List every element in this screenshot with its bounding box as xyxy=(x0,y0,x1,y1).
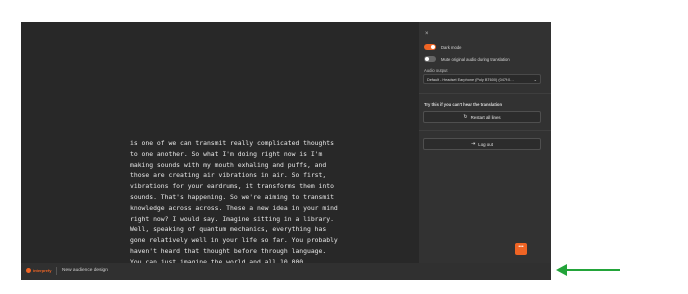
logo-text: interprefy xyxy=(33,268,52,273)
mute-audio-row[interactable]: Mute original audio during translation xyxy=(424,56,510,62)
log-out-button[interactable]: ⇥ Log out xyxy=(423,138,541,150)
chevron-down-icon: ⌄ xyxy=(533,77,537,82)
logo-mark-icon xyxy=(26,268,31,273)
refresh-icon: ↻ xyxy=(463,114,468,120)
brand-logo: interprefy xyxy=(26,268,51,273)
bar-separator xyxy=(56,267,57,275)
transcript-pane: is one of we can transmit really complic… xyxy=(21,22,419,277)
close-icon[interactable]: × xyxy=(425,31,429,37)
dark-mode-label: Dark mode xyxy=(441,44,462,50)
transcript-text: is one of we can transmit really complic… xyxy=(130,139,338,277)
settings-panel: × Dark mode Mute original audio during t… xyxy=(419,22,551,263)
session-title: New audience design xyxy=(62,268,108,273)
mute-audio-label: Mute original audio during translation xyxy=(441,56,510,62)
restart-label: Restart all lines xyxy=(470,114,501,120)
audio-output-select[interactable]: Default - Headset Earphone (Poly BT600) … xyxy=(423,74,541,84)
arrow-left-icon xyxy=(556,264,620,276)
divider xyxy=(419,93,551,94)
logout-label: Log out xyxy=(478,141,493,147)
divider xyxy=(419,130,551,131)
mute-audio-toggle[interactable] xyxy=(424,56,436,62)
logout-icon: ⇥ xyxy=(471,141,476,147)
restart-all-lines-button[interactable]: ↻ Restart all lines xyxy=(423,111,541,123)
dark-mode-row[interactable]: Dark mode xyxy=(424,44,461,50)
more-menu-button[interactable]: ••• xyxy=(515,243,527,255)
dark-mode-toggle[interactable] xyxy=(424,44,436,50)
audio-output-label: Audio output xyxy=(424,68,448,73)
bottom-bar: interprefy New audience design xyxy=(21,263,551,280)
audio-output-value: Default - Headset Earphone (Poly BT600) … xyxy=(427,78,514,82)
hint-text: Try this if you can't hear the translati… xyxy=(424,102,503,107)
app-window: is one of we can transmit really complic… xyxy=(21,22,551,280)
